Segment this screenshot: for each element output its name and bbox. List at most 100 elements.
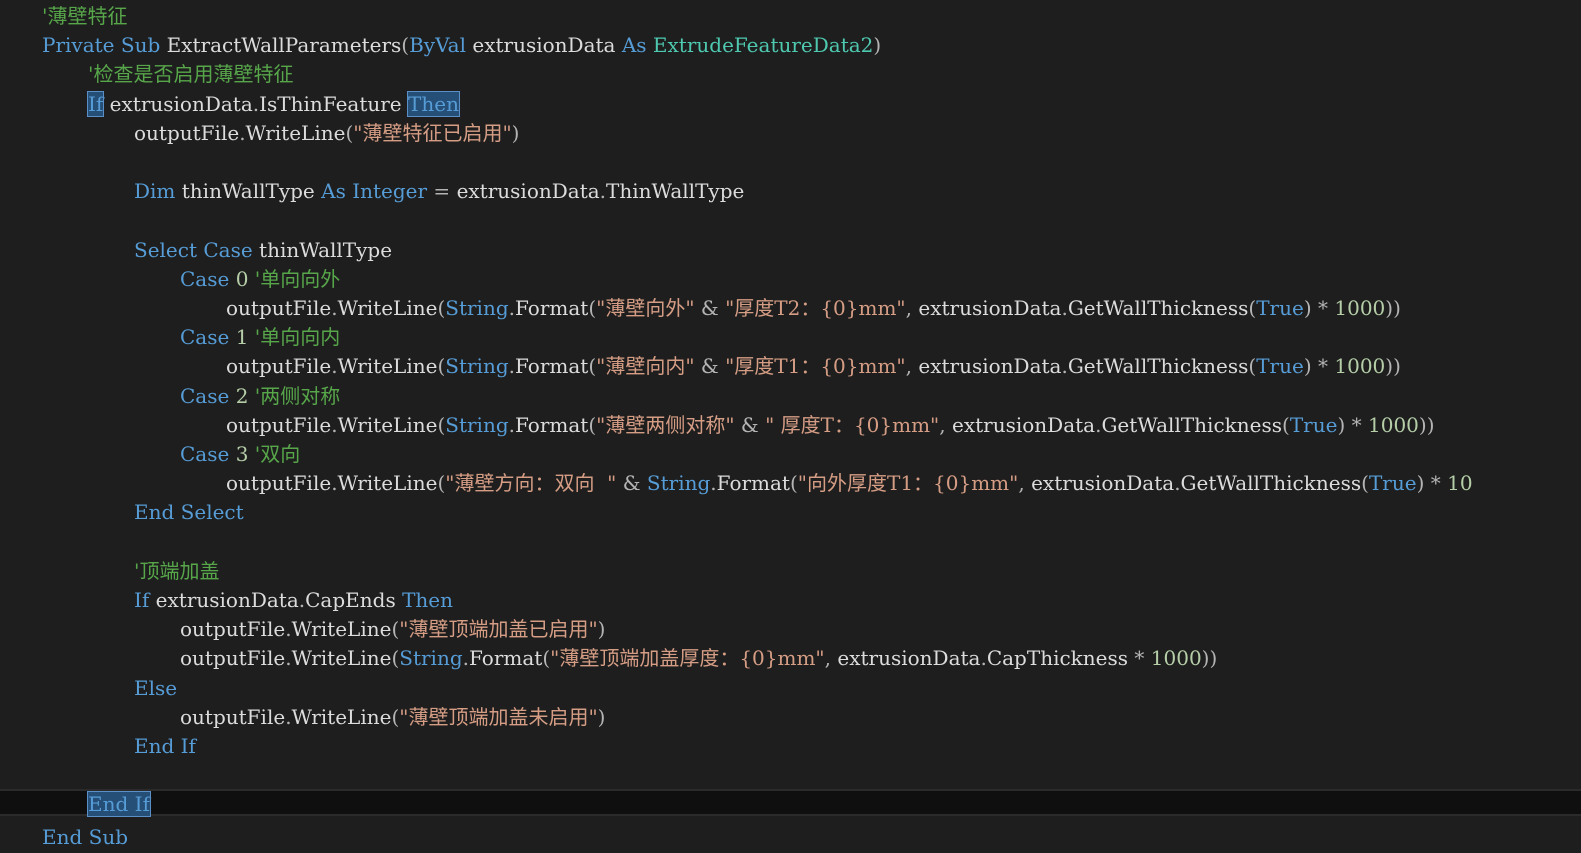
code-token: Case [180, 325, 230, 350]
code-line[interactable]: outputFile.WriteLine("薄壁方向：双向 " & String… [226, 469, 1473, 498]
code-line[interactable]: outputFile.WriteLine(String.Format("薄壁向内… [226, 352, 1401, 381]
code-token: extrusionData [1031, 471, 1175, 496]
code-line[interactable]: End If [87, 790, 151, 819]
code-line[interactable]: If extrusionData.IsThinFeature Then [86, 90, 460, 119]
code-token: )) [1418, 412, 1435, 437]
code-token: Format [515, 354, 589, 379]
code-line[interactable]: '检查是否启用薄壁特征 [88, 60, 294, 89]
code-token: outputFile [226, 296, 332, 320]
code-token: GetWallThickness [1180, 471, 1362, 496]
code-token: ( [542, 646, 551, 671]
highlighted-token: If [86, 90, 105, 117]
code-token: extrusionData [149, 588, 299, 612]
code-token: )) [1201, 646, 1218, 671]
code-token: ( [588, 354, 597, 379]
code-line[interactable]: End If [134, 732, 196, 761]
code-token: End [134, 500, 175, 525]
code-token: extrusionData [103, 91, 253, 116]
code-token: Else [134, 675, 178, 700]
code-token: "薄壁向外" [596, 296, 695, 320]
code-token: "薄壁向内" [596, 354, 695, 379]
code-token: String [646, 471, 711, 496]
code-token: "薄壁方向：双向 " [445, 471, 617, 496]
code-token: WriteLine [291, 646, 392, 671]
code-token: , [905, 354, 919, 379]
code-line[interactable]: Case 3 '双向 [180, 440, 300, 469]
code-token: & [694, 296, 726, 320]
code-token: ( [588, 412, 597, 437]
code-token: Format [716, 471, 790, 496]
code-token: "薄壁顶端加盖未启用" [399, 704, 598, 729]
code-line[interactable]: outputFile.WriteLine(String.Format("薄壁顶端… [180, 644, 1217, 673]
code-token: '单向向内 [254, 325, 341, 350]
code-line[interactable]: Private Sub ExtractWallParameters(ByVal … [42, 31, 881, 60]
code-token: 0 [235, 266, 249, 291]
code-line[interactable]: outputFile.WriteLine(String.Format("薄壁向外… [226, 294, 1401, 323]
code-token: " 厚度T：{0}mm" [765, 412, 940, 437]
code-token: outputFile [226, 471, 332, 496]
code-line[interactable]: '顶端加盖 [134, 557, 220, 586]
code-line[interactable]: If extrusionData.CapEnds Then [134, 586, 453, 615]
code-token: Then [402, 588, 453, 612]
code-token: extrusionData [918, 354, 1062, 379]
code-token: , [824, 646, 838, 671]
code-token: String [445, 296, 509, 320]
code-token: & [734, 412, 766, 437]
code-token: * [1128, 646, 1151, 671]
highlighted-token: Then [407, 90, 460, 117]
code-token: ) * [1303, 354, 1335, 379]
code-line[interactable]: End Select [134, 498, 244, 527]
code-token: 1000 [1368, 412, 1419, 437]
code-line[interactable]: outputFile.WriteLine(String.Format("薄壁两侧… [226, 411, 1435, 440]
code-token: GetWallThickness [1067, 296, 1249, 320]
code-line[interactable]: outputFile.WriteLine("薄壁顶端加盖已启用") [180, 615, 605, 644]
code-token: "厚度T1：{0}mm" [725, 354, 906, 379]
code-token: Select [180, 500, 244, 525]
code-line[interactable]: End Sub [42, 823, 128, 852]
code-token: outputFile [180, 646, 286, 671]
code-token: '单向向外 [254, 266, 341, 291]
code-line[interactable]: Dim thinWallType As Integer = extrusionD… [134, 177, 744, 206]
current-line-highlight [0, 789, 1581, 816]
code-token: True [1289, 412, 1338, 437]
code-token: WriteLine [291, 617, 392, 642]
code-token: extrusionData [837, 646, 981, 671]
code-token: thinWallType [175, 179, 322, 204]
code-token: CapThickness [986, 646, 1129, 671]
code-token: GetWallThickness [1067, 354, 1249, 379]
code-token: 1000 [1334, 296, 1386, 320]
code-token: "薄壁顶端加盖已启用" [399, 617, 598, 642]
code-token: ) * [1416, 471, 1448, 496]
code-token: True [1368, 471, 1417, 496]
code-token: , [905, 296, 919, 320]
code-token: Select [134, 237, 198, 262]
code-token: Format [515, 412, 589, 437]
code-token: ) [511, 120, 520, 145]
code-token: ) [597, 617, 606, 642]
code-token: Integer [352, 179, 428, 204]
code-line[interactable]: outputFile.WriteLine("薄壁顶端加盖未启用") [180, 703, 605, 732]
code-token: )) [1385, 296, 1401, 320]
code-token: '薄壁特征 [42, 4, 128, 28]
code-line[interactable]: Case 1 '单向向内 [180, 323, 340, 352]
code-line[interactable]: '薄壁特征 [42, 2, 128, 31]
code-line[interactable]: Case 0 '单向向外 [180, 265, 340, 294]
code-line[interactable]: Case 2 '两侧对称 [180, 382, 340, 411]
code-token: outputFile [180, 704, 286, 729]
code-token: 1 [235, 325, 249, 350]
code-token: String [399, 646, 463, 671]
code-token: & [616, 471, 647, 496]
code-token: , [1018, 471, 1032, 496]
code-line[interactable]: Select Case thinWallType [134, 236, 392, 265]
code-token: 1000 [1150, 646, 1202, 671]
code-token: As [621, 33, 647, 58]
code-editor[interactable]: '薄壁特征 Private Sub ExtractWallParameters(B… [0, 0, 1581, 853]
code-line[interactable]: Else [134, 674, 177, 703]
code-token: Format [469, 646, 543, 671]
code-token: ExtractWallParameters [160, 33, 402, 58]
code-token: ( [401, 33, 410, 58]
code-line[interactable]: outputFile.WriteLine("薄壁特征已启用") [134, 119, 519, 148]
code-token: ExtrudeFeatureData2 [652, 33, 874, 58]
code-token: extrusionData [918, 296, 1062, 320]
code-token: CapEnds [305, 588, 403, 612]
